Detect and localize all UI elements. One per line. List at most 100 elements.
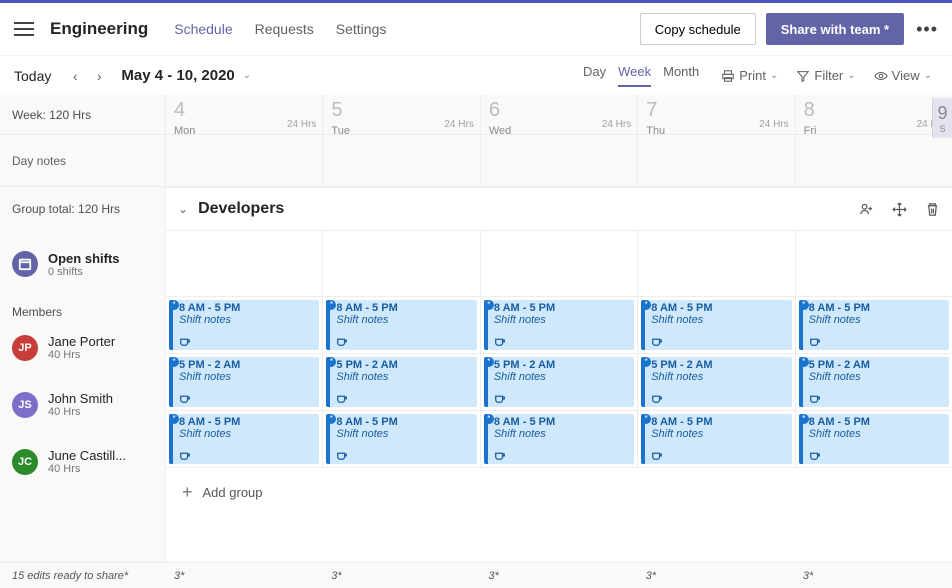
member-row[interactable]: JS John Smith 40 Hrs <box>0 376 165 433</box>
shift-time: 5 PM - 2 AM <box>336 359 472 371</box>
member-row[interactable]: JC June Castill... 40 Hrs <box>0 433 165 490</box>
date-picker-chevron-icon[interactable]: ⌄ <box>243 70 251 81</box>
day-note-cell[interactable] <box>166 135 322 186</box>
shift-block[interactable]: * 8 AM - 5 PM Shift notes <box>169 300 319 350</box>
day-note-cell[interactable] <box>637 135 794 186</box>
shift-cell[interactable]: * 5 PM - 2 AM Shift notes <box>795 354 952 411</box>
shift-block[interactable]: * 8 AM - 5 PM Shift notes <box>484 414 634 464</box>
chevron-down-icon: ⌄ <box>924 70 932 81</box>
day-number: 5 <box>331 99 342 121</box>
date-range[interactable]: May 4 - 10, 2020 <box>121 67 234 84</box>
shift-time: 5 PM - 2 AM <box>809 359 945 371</box>
unsaved-star-icon: * <box>326 300 336 310</box>
share-with-team-button[interactable]: Share with team * <box>766 13 904 45</box>
break-icon <box>179 335 191 347</box>
view-week[interactable]: Week <box>618 64 651 87</box>
shift-time: 8 AM - 5 PM <box>179 416 315 428</box>
open-shift-cell[interactable] <box>480 231 637 297</box>
add-group-button[interactable]: + Add group <box>166 468 952 516</box>
week-hours: Week: 120 Hrs <box>0 95 165 135</box>
unsaved-star-icon: * <box>799 414 809 424</box>
shift-cell[interactable]: * 8 AM - 5 PM Shift notes <box>480 297 637 354</box>
add-person-icon[interactable] <box>859 202 874 217</box>
shift-block[interactable]: * 5 PM - 2 AM Shift notes <box>799 357 949 407</box>
collapse-group-icon[interactable]: ⌄ <box>178 202 188 216</box>
shift-block[interactable]: * 8 AM - 5 PM Shift notes <box>799 414 949 464</box>
day-name: Tue <box>331 125 350 137</box>
day-note-cell[interactable] <box>795 135 952 186</box>
shift-time: 8 AM - 5 PM <box>809 302 945 314</box>
delete-icon[interactable] <box>925 202 940 217</box>
shift-cell[interactable]: * 8 AM - 5 PM Shift notes <box>637 297 794 354</box>
open-shift-cell[interactable] <box>322 231 479 297</box>
member-row[interactable]: JP Jane Porter 40 Hrs <box>0 319 165 376</box>
shift-block[interactable]: * 5 PM - 2 AM Shift notes <box>641 357 791 407</box>
open-shift-cell[interactable] <box>166 231 322 297</box>
break-icon <box>809 449 821 461</box>
view-options-button[interactable]: View ⌄ <box>868 68 938 83</box>
shift-block[interactable]: * 8 AM - 5 PM Shift notes <box>641 414 791 464</box>
shift-row: * 5 PM - 2 AM Shift notes * 5 PM - 2 AM … <box>166 354 952 411</box>
print-label: Print <box>739 68 766 83</box>
shift-cell[interactable]: * 5 PM - 2 AM Shift notes <box>166 354 322 411</box>
tab-requests[interactable]: Requests <box>255 21 314 37</box>
shift-cell[interactable]: * 5 PM - 2 AM Shift notes <box>637 354 794 411</box>
avatar: JP <box>12 335 38 361</box>
break-icon <box>336 449 348 461</box>
tab-settings[interactable]: Settings <box>336 21 387 37</box>
shift-block[interactable]: * 8 AM - 5 PM Shift notes <box>169 414 319 464</box>
move-icon[interactable] <box>892 202 907 217</box>
shift-cell[interactable]: * 5 PM - 2 AM Shift notes <box>480 354 637 411</box>
shift-cell[interactable]: * 5 PM - 2 AM Shift notes <box>322 354 479 411</box>
shift-block[interactable]: * 5 PM - 2 AM Shift notes <box>326 357 476 407</box>
prev-week-button[interactable]: ‹ <box>63 68 87 84</box>
print-button[interactable]: Print ⌄ <box>715 68 784 83</box>
today-button[interactable]: Today <box>14 68 51 84</box>
shift-cell[interactable]: * 8 AM - 5 PM Shift notes <box>166 297 322 354</box>
page-title: Engineering <box>50 19 148 39</box>
open-shifts-row[interactable]: Open shifts 0 shifts <box>0 231 165 297</box>
avatar: JS <box>12 392 38 418</box>
filter-button[interactable]: Filter ⌄ <box>790 68 861 83</box>
shift-row: * 8 AM - 5 PM Shift notes * 8 AM - 5 PM … <box>166 411 952 468</box>
shift-cell[interactable]: * 8 AM - 5 PM Shift notes <box>637 411 794 468</box>
day-note-cell[interactable] <box>322 135 479 186</box>
day-note-cell[interactable] <box>480 135 637 186</box>
shift-time: 5 PM - 2 AM <box>494 359 630 371</box>
next-week-button[interactable]: › <box>87 68 111 84</box>
shift-block[interactable]: * 8 AM - 5 PM Shift notes <box>799 300 949 350</box>
more-icon[interactable]: ••• <box>916 19 938 40</box>
open-shift-cell[interactable] <box>795 231 952 297</box>
shift-note: Shift notes <box>179 314 315 326</box>
day-name: Fri <box>804 125 817 137</box>
copy-schedule-button[interactable]: Copy schedule <box>640 13 756 45</box>
shift-cell[interactable]: * 8 AM - 5 PM Shift notes <box>322 411 479 468</box>
view-day[interactable]: Day <box>583 64 606 87</box>
shift-note: Shift notes <box>651 371 787 383</box>
shift-note: Shift notes <box>809 428 945 440</box>
primary-tabs: Schedule Requests Settings <box>174 21 386 37</box>
member-hours: 40 Hrs <box>48 463 126 475</box>
shift-block[interactable]: * 8 AM - 5 PM Shift notes <box>641 300 791 350</box>
shift-cell[interactable]: * 8 AM - 5 PM Shift notes <box>795 297 952 354</box>
break-icon <box>651 335 663 347</box>
view-month[interactable]: Month <box>663 64 699 87</box>
tab-schedule[interactable]: Schedule <box>174 21 232 37</box>
break-icon <box>809 335 821 347</box>
shift-cell[interactable]: * 8 AM - 5 PM Shift notes <box>166 411 322 468</box>
open-shift-cell[interactable] <box>637 231 794 297</box>
day-edit-count: 3* <box>638 570 795 582</box>
shift-block[interactable]: * 8 AM - 5 PM Shift notes <box>484 300 634 350</box>
shift-cell[interactable]: * 8 AM - 5 PM Shift notes <box>480 411 637 468</box>
shift-block[interactable]: * 5 PM - 2 AM Shift notes <box>169 357 319 407</box>
shift-note: Shift notes <box>651 428 787 440</box>
shift-cell[interactable]: * 8 AM - 5 PM Shift notes <box>795 411 952 468</box>
shift-block[interactable]: * 8 AM - 5 PM Shift notes <box>326 414 476 464</box>
shift-block[interactable]: * 5 PM - 2 AM Shift notes <box>484 357 634 407</box>
break-icon <box>494 392 506 404</box>
shift-block[interactable]: * 8 AM - 5 PM Shift notes <box>326 300 476 350</box>
shift-note: Shift notes <box>179 371 315 383</box>
filter-icon <box>796 69 810 83</box>
menu-icon[interactable] <box>14 22 34 36</box>
shift-cell[interactable]: * 8 AM - 5 PM Shift notes <box>322 297 479 354</box>
